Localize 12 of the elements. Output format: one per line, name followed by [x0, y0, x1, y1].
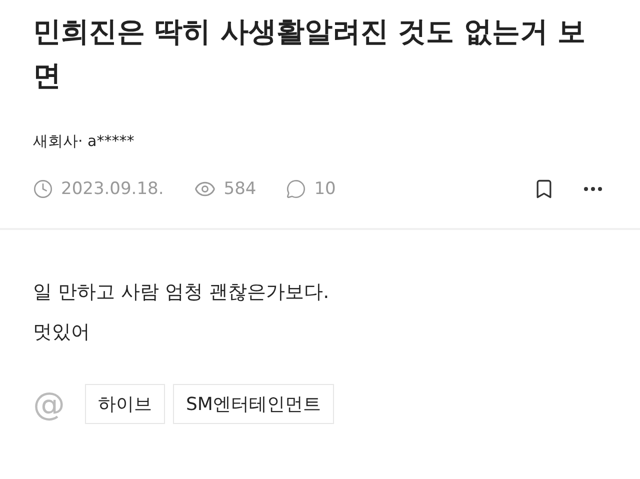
body-text: 일 만하고 사람 엄청 괜찮은가보다. [33, 280, 330, 305]
clock-icon [33, 179, 53, 200]
comment-count: 10 [314, 178, 336, 200]
tag-chip[interactable]: SM엔터테인먼트 [173, 384, 334, 424]
mention-icon: @ [33, 388, 65, 420]
author-label: 새회사· a***** [33, 131, 136, 152]
post-title: 민희진은 딱히 사생활알려진 것도 없는거 보면 [33, 14, 587, 94]
body-text: 멋있어 [33, 320, 91, 345]
view-count: 584 [224, 178, 256, 200]
tag-chip[interactable]: 하이브 [85, 384, 165, 424]
comment-icon [286, 179, 306, 200]
post-date: 2023.09.18. [61, 178, 164, 200]
